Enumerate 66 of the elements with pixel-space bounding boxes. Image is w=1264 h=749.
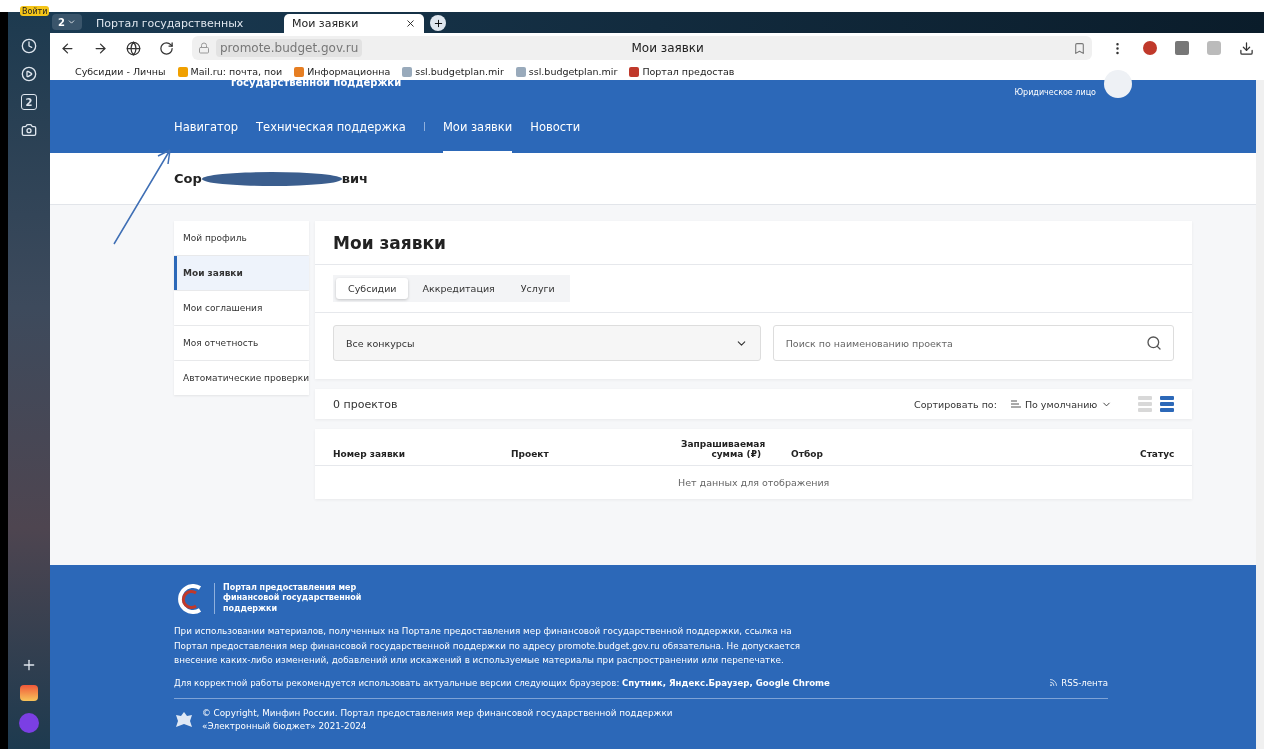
bookmark-link[interactable]: Портал предостав — [629, 66, 735, 77]
plus-icon — [432, 17, 444, 29]
lock-icon — [198, 42, 210, 54]
tab[interactable]: Аккредитация — [410, 278, 507, 299]
tab[interactable]: Субсидии — [336, 278, 409, 299]
tab[interactable]: Услуги — [508, 278, 567, 299]
bookmark-link[interactable]: ssl.budgetplan.mir — [515, 66, 618, 77]
avatar[interactable] — [1104, 70, 1132, 98]
sort-dropdown[interactable]: По умолчанию — [1004, 397, 1119, 411]
contest-select[interactable]: Все конкурсы — [333, 325, 761, 361]
usage-notice: При использовании материалов, полученных на Портале предоставления мер финансовой государственной поддержки, ссылка на Портал предоставления мер финансовой государственной поддержки по адресу promote.budget.gov.ru обязательна. Не допускается внесение каких-либо изменений, добавлений или искажений в используемые материалы при распространении или перепечатке. — [174, 625, 801, 668]
project-count: 0 проектов — [333, 397, 399, 411]
bookmark-link[interactable]: Информационна — [294, 66, 391, 77]
history-icon[interactable] — [21, 38, 37, 54]
browser-tab[interactable]: Мои заявки — [284, 14, 424, 33]
column-header: Номер заявки — [333, 449, 406, 459]
bookmark-link[interactable]: ssl.budgetplan.mir — [402, 66, 504, 77]
url-text: promote.budget.gov.ru — [216, 39, 363, 57]
logo-text: государственной поддержки — [231, 77, 402, 88]
copyright-text: © Copyright, Минфин России. Портал предоставления мер финансовой государственной поддержки — [202, 706, 673, 720]
camera-icon[interactable] — [21, 122, 37, 138]
menu-item[interactable]: Автоматические проверки — [174, 361, 310, 395]
bookmark-link[interactable]: Субсидии - Личны — [62, 66, 166, 77]
nav-link[interactable]: Новости — [530, 100, 581, 153]
tab-count-button[interactable]: 2 — [52, 14, 82, 30]
page-heading: Мои заявки — [315, 221, 1193, 265]
card-view-icon[interactable] — [1160, 396, 1175, 412]
menu-item[interactable]: Мой профиль — [174, 221, 310, 255]
play-icon[interactable] — [21, 66, 37, 82]
nav-link[interactable]: Техническая поддержка — [256, 100, 406, 153]
menu-item[interactable]: Моя отчетность — [174, 326, 310, 360]
search-field[interactable]: Поиск по наименованию проекта — [772, 325, 1175, 361]
address-bar[interactable]: promote.budget.gov.ru Мои заявки — [192, 36, 1092, 60]
browser-notice: Для корректной работы рекомендуется использовать актуальные версии следующих браузеров: Спутник, Яндекс.Браузер, Google Chrome — [174, 677, 830, 688]
forward-icon[interactable] — [93, 40, 108, 56]
user-name: вич — [341, 171, 369, 186]
sort-label: Сортировать по: — [914, 398, 997, 410]
login-button[interactable]: Войти — [20, 6, 50, 16]
copyright-text: «Электронный бюджет» 2021-2024 — [202, 719, 368, 733]
back-icon[interactable] — [60, 40, 75, 56]
nav-link[interactable]: Навигатор — [174, 100, 239, 153]
footer-logo-text: Портал предоставления мер финансовой государственной поддержки — [214, 583, 404, 615]
search-icon[interactable] — [1146, 335, 1163, 351]
page-title: Мои заявки — [630, 41, 705, 55]
rss-icon — [1049, 678, 1059, 688]
reload-icon[interactable] — [159, 40, 174, 56]
column-header: Отбор — [790, 449, 824, 459]
bookmark-link[interactable]: Mail.ru: почта, пои — [177, 66, 283, 77]
sort-icon — [1010, 400, 1021, 408]
column-header: Статус — [1139, 449, 1175, 459]
add-icon[interactable] — [21, 657, 37, 673]
chevron-down-icon — [66, 17, 76, 27]
download-icon[interactable] — [1239, 40, 1254, 56]
empty-message: Нет данных для отображения — [677, 476, 831, 490]
close-icon[interactable] — [405, 18, 416, 29]
user-name: Сор — [174, 171, 202, 186]
browser-tab[interactable]: Портал государственных — [88, 14, 278, 33]
column-header: Проект — [511, 449, 550, 459]
rss-link[interactable]: RSS-лента — [1049, 677, 1108, 688]
new-tab-button[interactable] — [430, 15, 446, 31]
menu-item[interactable]: Мои заявки — [174, 256, 310, 290]
bookmark-icon[interactable] — [1073, 41, 1086, 55]
scrollbar[interactable] — [1256, 80, 1264, 749]
user-type: Юридическое лицо — [1014, 87, 1096, 97]
menu-item[interactable]: Мои соглашения — [174, 291, 310, 325]
counter-badge[interactable]: 2 — [21, 94, 37, 110]
